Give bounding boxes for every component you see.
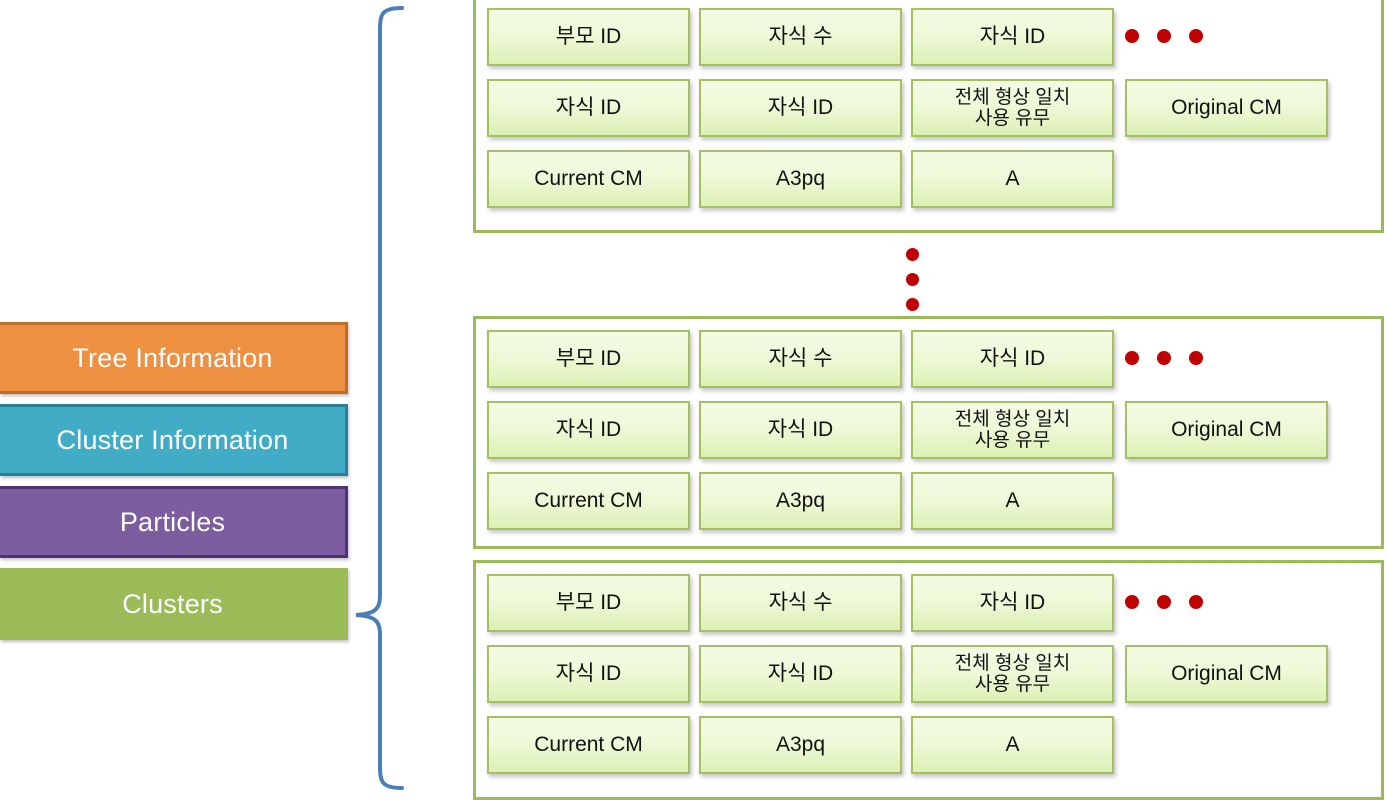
cell-parent-id[interactable]: 부모 ID (487, 330, 690, 388)
cluster-record-container: 부모 ID 자식 수 자식 ID 자식 ID 자식 ID 전체 형상 일치 사용 … (473, 316, 1384, 549)
cell-a3pq[interactable]: A3pq (699, 716, 902, 774)
sidebar-item-label: Particles (119, 506, 226, 537)
horizontal-ellipsis-icon (1125, 595, 1203, 609)
dot-icon (1157, 29, 1171, 43)
dot-icon (1125, 29, 1139, 43)
cell-parent-id[interactable]: 부모 ID (487, 8, 690, 66)
sidebar-item-label: Cluster Information (56, 424, 289, 455)
cell-child-count[interactable]: 자식 수 (699, 574, 902, 632)
sidebar-item-label: Tree Information (72, 342, 273, 373)
cell-child-id[interactable]: 자식 ID (911, 8, 1114, 66)
dot-icon (1157, 351, 1171, 365)
cell-original-cm[interactable]: Original CM (1125, 79, 1328, 137)
dot-icon (906, 298, 919, 311)
dot-icon (1157, 595, 1171, 609)
dot-icon (1189, 351, 1203, 365)
cell-parent-id[interactable]: 부모 ID (487, 574, 690, 632)
cell-full-shape-match-usage[interactable]: 전체 형상 일치 사용 유무 (911, 79, 1114, 137)
horizontal-ellipsis-icon (1125, 351, 1203, 365)
vertical-ellipsis-icon (906, 248, 919, 311)
cell-a3pq[interactable]: A3pq (699, 150, 902, 208)
cell-current-cm[interactable]: Current CM (487, 150, 690, 208)
dot-icon (1125, 351, 1139, 365)
dot-icon (906, 248, 919, 261)
cell-a[interactable]: A (911, 716, 1114, 774)
cell-a[interactable]: A (911, 150, 1114, 208)
cell-current-cm[interactable]: Current CM (487, 716, 690, 774)
cell-full-shape-match-usage[interactable]: 전체 형상 일치 사용 유무 (911, 401, 1114, 459)
cell-child-id[interactable]: 자식 ID (699, 79, 902, 137)
cell-full-shape-match-usage[interactable]: 전체 형상 일치 사용 유무 (911, 645, 1114, 703)
sidebar-item-cluster-information[interactable]: Cluster Information (0, 404, 348, 476)
horizontal-ellipsis-icon (1125, 29, 1203, 43)
cell-child-id[interactable]: 자식 ID (487, 645, 690, 703)
sidebar-item-particles[interactable]: Particles (0, 486, 348, 558)
cell-child-id[interactable]: 자식 ID (699, 645, 902, 703)
cell-original-cm[interactable]: Original CM (1125, 401, 1328, 459)
curly-brace-connector (355, 6, 404, 790)
cell-a[interactable]: A (911, 472, 1114, 530)
cell-child-count[interactable]: 자식 수 (699, 330, 902, 388)
cell-child-id[interactable]: 자식 ID (911, 574, 1114, 632)
dot-icon (1189, 595, 1203, 609)
cell-original-cm[interactable]: Original CM (1125, 645, 1328, 703)
cluster-record-container: 부모 ID 자식 수 자식 ID 자식 ID 자식 ID 전체 형상 일치 사용 … (473, 0, 1384, 233)
cluster-record-container: 부모 ID 자식 수 자식 ID 자식 ID 자식 ID 전체 형상 일치 사용 … (473, 560, 1384, 800)
cell-child-count[interactable]: 자식 수 (699, 8, 902, 66)
cell-child-id[interactable]: 자식 ID (487, 79, 690, 137)
cell-child-id[interactable]: 자식 ID (699, 401, 902, 459)
sidebar-item-clusters[interactable]: Clusters (0, 568, 348, 640)
sidebar-item-label: Clusters (122, 588, 223, 619)
cell-child-id[interactable]: 자식 ID (911, 330, 1114, 388)
cell-current-cm[interactable]: Current CM (487, 472, 690, 530)
cell-a3pq[interactable]: A3pq (699, 472, 902, 530)
dot-icon (906, 273, 919, 286)
dot-icon (1125, 595, 1139, 609)
dot-icon (1189, 29, 1203, 43)
cell-child-id[interactable]: 자식 ID (487, 401, 690, 459)
sidebar-item-tree-information[interactable]: Tree Information (0, 322, 348, 394)
